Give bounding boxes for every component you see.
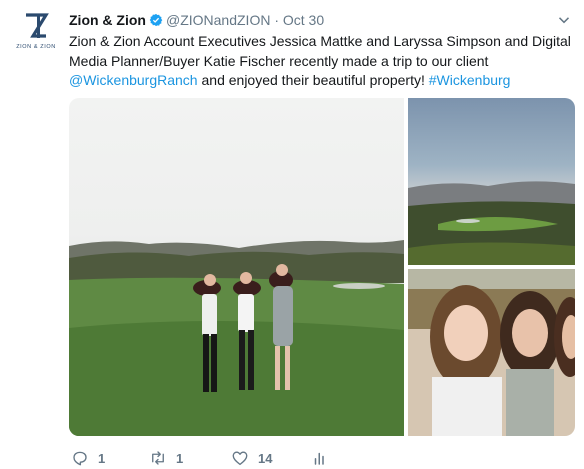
photo-selfie[interactable]: [408, 269, 575, 436]
like-icon: [232, 451, 248, 466]
reply-count: 1: [98, 450, 106, 466]
reply-icon: [73, 451, 87, 466]
account-name[interactable]: Zion & Zion: [69, 12, 146, 28]
photo-group-golf-course[interactable]: [69, 98, 404, 436]
account-handle[interactable]: @ZIONandZION: [166, 12, 270, 28]
chevron-down-icon[interactable]: [558, 14, 570, 26]
retweet-button[interactable]: 1: [149, 448, 183, 468]
reply-button[interactable]: 1: [71, 448, 105, 468]
photo-selfie-drawing: [408, 269, 575, 436]
z-logo-icon: [26, 13, 49, 38]
separator-dot: ·: [274, 12, 279, 28]
tweet-text-part: and enjoyed their beautiful property!: [197, 72, 429, 88]
photo-landscape-fairway[interactable]: [408, 98, 575, 265]
retweet-count: 1: [176, 450, 184, 466]
tweet-header: Zion & Zion @ZIONandZION · Oct 30: [69, 11, 570, 29]
avatar-logo-text: ZION & ZION: [16, 44, 56, 50]
verified-badge-icon: [149, 13, 163, 27]
photo-landscape-fairway-drawing: [408, 181, 575, 265]
retweet-icon: [152, 451, 164, 465]
like-count: 14: [258, 450, 273, 466]
analytics-icon: [314, 452, 324, 465]
like-button[interactable]: 14: [231, 448, 272, 468]
photo-group-golf-course-drawing: [69, 240, 404, 436]
hashtag-link[interactable]: #Wickenburg: [429, 72, 511, 88]
tweet-actions: 1 1 14: [69, 448, 574, 468]
media-grid: [69, 98, 575, 436]
tweet-text-part: Zion & Zion Account Executives Jessica M…: [69, 33, 571, 69]
tweet-text: Zion & Zion Account Executives Jessica M…: [69, 32, 574, 91]
mention-link[interactable]: @WickenburgRanch: [69, 72, 198, 88]
tweet-date[interactable]: Oct 30: [283, 12, 324, 28]
analytics-button[interactable]: [311, 448, 329, 468]
avatar[interactable]: ZION & ZION: [14, 12, 58, 56]
